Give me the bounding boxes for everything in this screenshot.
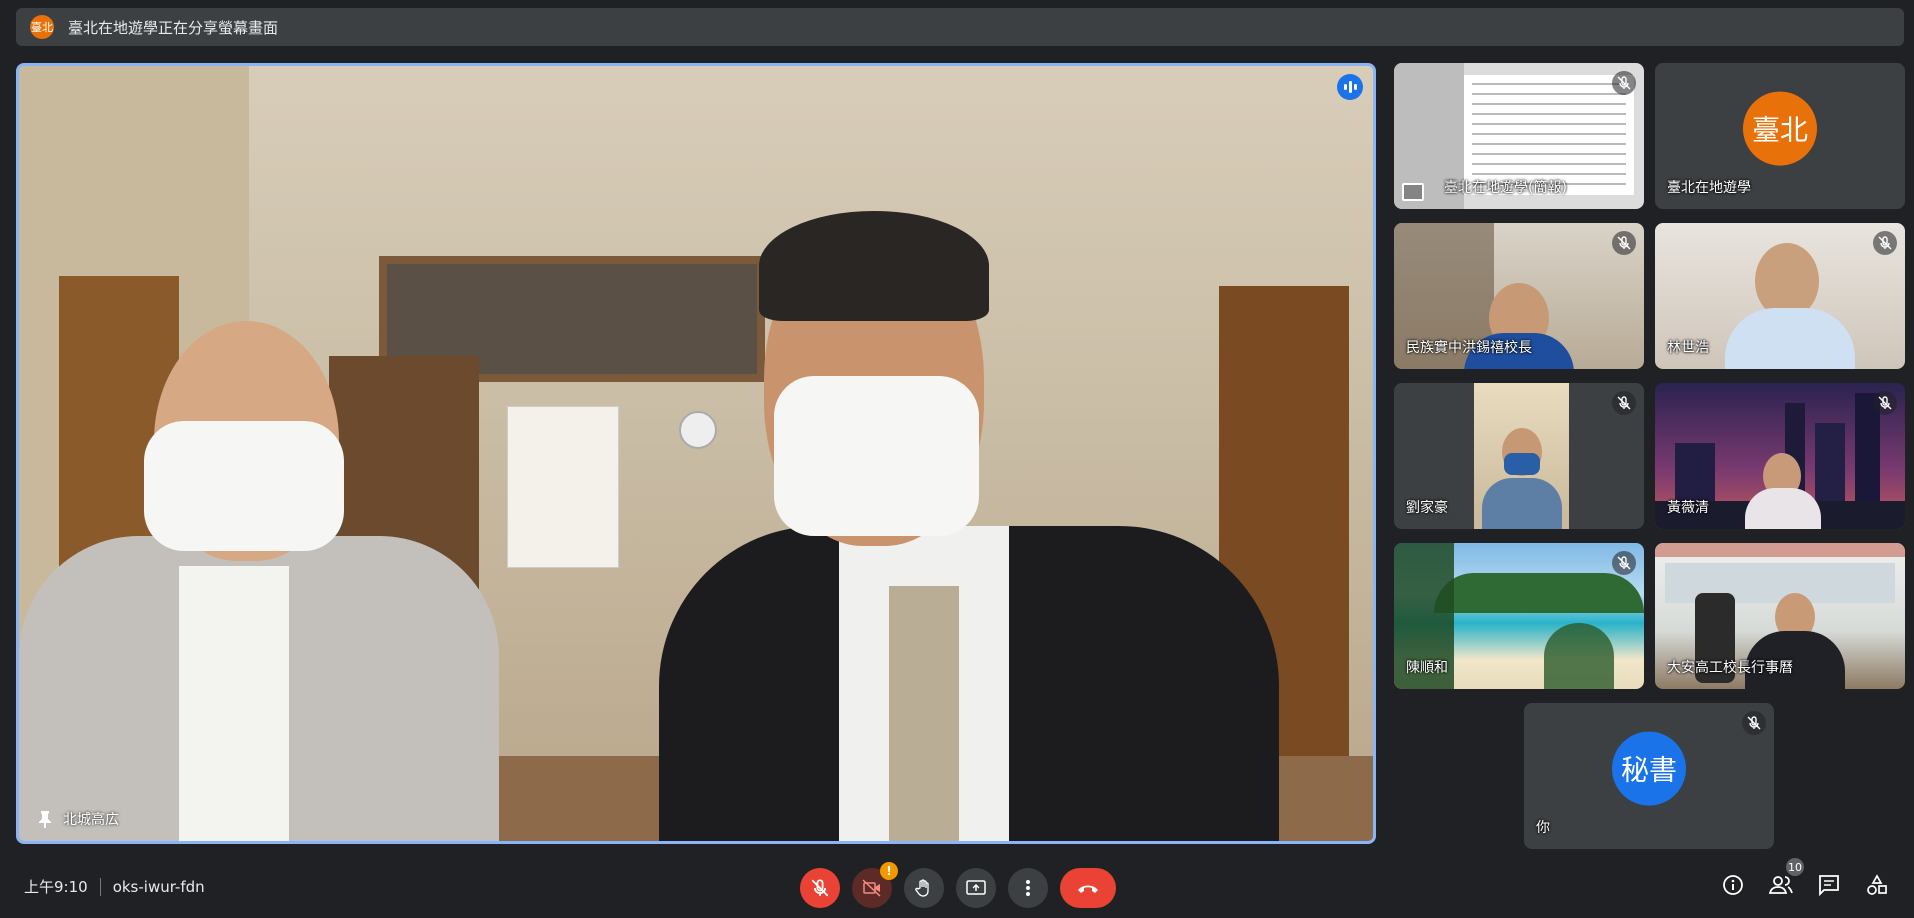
participant-name: 你 (1536, 820, 1550, 836)
divider (99, 877, 101, 896)
meeting-details-button[interactable] (1720, 872, 1746, 898)
participant-name: 劉家豪 (1406, 500, 1448, 516)
chat-icon (1819, 875, 1839, 896)
present-screen-icon (966, 880, 986, 895)
mic-off-icon (1612, 391, 1636, 415)
camera-off-icon (862, 879, 881, 897)
present-now-button[interactable] (956, 868, 996, 908)
speaking-indicator-icon (1337, 74, 1363, 100)
participants-count-badge: 10 (1786, 858, 1804, 876)
camera-toggle-button[interactable]: ! (852, 862, 898, 908)
wall-calendar (507, 406, 619, 568)
participant-tile[interactable]: 陳順和 (1394, 543, 1644, 689)
mic-off-icon (1612, 71, 1636, 95)
mic-off-icon (1612, 551, 1636, 575)
mic-off-icon (811, 879, 829, 897)
mic-off-icon (1873, 231, 1897, 255)
participant-tile[interactable]: 大安高工校長行事曆 (1655, 543, 1905, 689)
presenter-avatar: 臺北 (30, 15, 54, 39)
main-speaker-video[interactable]: 北城高広 (16, 63, 1376, 844)
participant-name: 黃薇清 (1667, 500, 1709, 516)
participant-name: 臺北在地遊學 (1667, 180, 1751, 196)
participant-tile[interactable]: 林世浩 (1655, 223, 1905, 369)
meeting-info: 上午9:10 oks-iwur-fdn (24, 876, 205, 897)
screen-share-banner: 臺北 臺北在地遊學正在分享螢幕畫面 (16, 8, 1904, 46)
meeting-tools: 10 (1720, 858, 1890, 898)
participant-name: 林世浩 (1667, 340, 1709, 356)
participant-tile[interactable]: 臺北 臺北在地遊學 (1655, 63, 1905, 209)
more-options-button[interactable] (1008, 868, 1048, 908)
main-speaker-name: 北城高広 (63, 812, 119, 828)
participant-name: 臺北在地遊學(簡報) (1444, 180, 1567, 196)
info-icon (1723, 875, 1743, 895)
participant-tile-presentation[interactable]: 臺北在地遊學(簡報) (1394, 63, 1644, 209)
chat-button[interactable] (1816, 872, 1842, 898)
main-speaker-label: 北城高広 (37, 809, 119, 829)
more-vert-icon (1026, 880, 1030, 896)
hand-icon (915, 879, 929, 897)
leave-call-button[interactable] (1060, 868, 1116, 908)
clock-time: 上午9:10 (24, 878, 88, 896)
presenting-icon (1402, 183, 1424, 201)
mic-off-icon (1742, 711, 1766, 735)
activities-icon (1867, 874, 1887, 895)
participant-tile[interactable]: 民族實中洪錫禧校長 (1394, 223, 1644, 369)
participant-name: 陳順和 (1406, 660, 1448, 676)
participant-tile[interactable]: 黃薇清 (1655, 383, 1905, 529)
mic-off-icon (1612, 231, 1636, 255)
meeting-code[interactable]: oks-iwur-fdn (113, 878, 205, 896)
participant-name: 民族實中洪錫禧校長 (1406, 340, 1532, 356)
pin-icon[interactable] (37, 810, 53, 828)
hang-up-icon (1078, 885, 1098, 893)
mic-toggle-button[interactable] (800, 868, 840, 908)
self-tile[interactable]: 秘書 你 (1524, 703, 1774, 849)
participant-avatar: 臺北 (1743, 91, 1817, 166)
mic-off-icon (1873, 391, 1897, 415)
raise-hand-button[interactable] (904, 868, 944, 908)
self-avatar: 秘書 (1612, 731, 1686, 806)
participants-button[interactable]: 10 (1768, 858, 1804, 898)
camera-warning-badge: ! (880, 862, 898, 880)
wall-clock (679, 411, 717, 449)
activities-button[interactable] (1864, 872, 1890, 898)
people-icon (1769, 876, 1793, 894)
call-controls: ! (800, 862, 1116, 908)
participant-tile[interactable]: 劉家豪 (1394, 383, 1644, 529)
participant-name: 大安高工校長行事曆 (1667, 660, 1793, 676)
share-notice: 臺北在地遊學正在分享螢幕畫面 (68, 18, 279, 37)
